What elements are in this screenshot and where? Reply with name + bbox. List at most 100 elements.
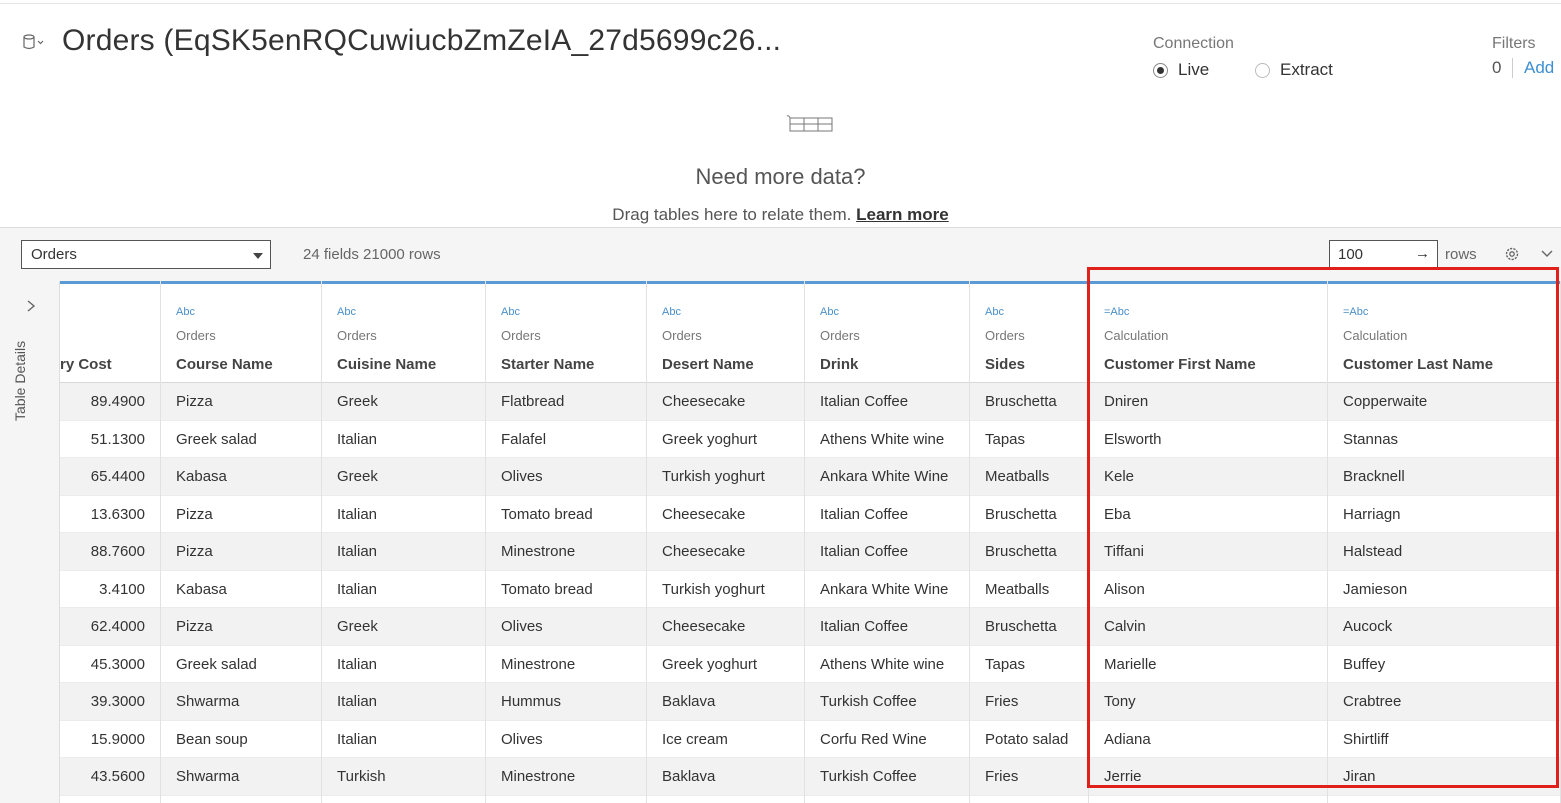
column-header[interactable]: Abc Orders Drink [805, 281, 969, 383]
table-cell[interactable]: 39.3000 [60, 683, 160, 721]
column-header[interactable]: ry Cost [60, 281, 160, 383]
table-cell[interactable]: Turkish [322, 758, 485, 796]
data-type-icon[interactable]: =Abc [1104, 306, 1129, 318]
column-name[interactable]: Drink [820, 356, 858, 373]
table-cell[interactable]: Buffey [1328, 646, 1560, 683]
table-cell[interactable]: Italian [322, 646, 485, 683]
table-cell[interactable]: Copperwaite [1328, 383, 1560, 421]
column-name[interactable]: Customer First Name [1104, 356, 1256, 373]
table-cell[interactable]: Baklava [647, 758, 804, 796]
table-cell[interactable]: Italian [322, 721, 485, 758]
data-type-icon[interactable]: Abc [337, 306, 356, 318]
table-cell[interactable]: Italian [322, 421, 485, 458]
table-cell[interactable]: Tony [1089, 683, 1327, 721]
table-cell[interactable]: Kele [1089, 458, 1327, 496]
table-details-label[interactable]: Table Details [12, 331, 28, 421]
table-cell[interactable]: Kabasa [161, 571, 321, 608]
datasource-title[interactable]: Orders (EqSK5enRQCuwiucbZmZeIA_27d5699c2… [62, 24, 781, 58]
table-cell[interactable]: Stannas [1328, 421, 1560, 458]
column-header[interactable]: Abc Orders Sides [970, 281, 1088, 383]
table-cell[interactable]: Pizza [161, 383, 321, 421]
table-cell[interactable]: Tiffani [1089, 533, 1327, 571]
chevron-right-icon[interactable] [25, 299, 37, 313]
table-cell[interactable]: Tapas [970, 646, 1088, 683]
table-cell[interactable]: Greek [322, 383, 485, 421]
table-cell[interactable]: Greek salad [161, 646, 321, 683]
table-cell[interactable]: Italian [322, 496, 485, 533]
table-cell[interactable]: Fries [970, 683, 1088, 721]
table-cell[interactable]: Italian [322, 683, 485, 721]
table-cell[interactable]: Athens White wine [805, 421, 969, 458]
table-cell[interactable]: Turkish yoghurt [647, 571, 804, 608]
table-cell[interactable]: Shwarma [161, 683, 321, 721]
column-name[interactable]: Desert Name [662, 356, 754, 373]
column-header[interactable]: Abc Orders Cuisine Name [322, 281, 485, 383]
learn-more-link[interactable]: Learn more [856, 205, 949, 224]
table-cell[interactable]: Harriagn [1328, 496, 1560, 533]
table-cell[interactable]: Olives [486, 608, 646, 646]
column-header[interactable]: Abc Orders Course Name [161, 281, 321, 383]
column-header[interactable]: Abc Orders Desert Name [647, 281, 804, 383]
table-cell[interactable]: Italian Coffee [805, 533, 969, 571]
table-cell[interactable]: Turkish Coffee [805, 683, 969, 721]
table-cell[interactable]: Flatbread [486, 383, 646, 421]
table-cell[interactable]: Kabasa [161, 458, 321, 496]
table-cell[interactable]: Meatballs [970, 458, 1088, 496]
datasource-icon[interactable] [22, 34, 44, 50]
data-type-icon[interactable]: Abc [501, 306, 520, 318]
rows-count-input[interactable]: 100 → [1329, 240, 1438, 269]
table-cell[interactable]: Cheesecake [647, 608, 804, 646]
table-cell[interactable]: Bracknell [1328, 458, 1560, 496]
table-cell[interactable]: Corfu Red Wine [805, 721, 969, 758]
table-cell[interactable]: 45.3000 [60, 646, 160, 683]
table-cell[interactable]: Greek yoghurt [647, 646, 804, 683]
table-cell[interactable]: Baklava [647, 683, 804, 721]
column-name[interactable]: ry Cost [60, 356, 142, 373]
table-cell[interactable]: Shirtliff [1328, 721, 1560, 758]
table-cell[interactable]: Cheesecake [647, 533, 804, 571]
table-cell[interactable]: Italian [322, 571, 485, 608]
table-cell[interactable]: Greek salad [161, 421, 321, 458]
table-cell[interactable]: Tomato bread [486, 571, 646, 608]
data-type-icon[interactable]: Abc [662, 306, 681, 318]
add-filter-link[interactable]: Add [1524, 58, 1554, 78]
table-cell[interactable]: Jamieson [1328, 571, 1560, 608]
column-name[interactable]: Starter Name [501, 356, 594, 373]
table-cell[interactable]: Minestrone [486, 758, 646, 796]
table-cell[interactable]: Fries [970, 758, 1088, 796]
table-cell[interactable]: Bruschetta [970, 496, 1088, 533]
table-cell[interactable]: Elsworth [1089, 421, 1327, 458]
table-cell[interactable]: Calvin [1089, 608, 1327, 646]
table-cell[interactable]: Ankara White Wine [805, 571, 969, 608]
data-type-icon[interactable]: Abc [176, 306, 195, 318]
column-header[interactable]: Abc Orders Starter Name [486, 281, 646, 383]
table-cell[interactable]: Crabtree [1328, 683, 1560, 721]
data-type-icon[interactable]: Abc [985, 306, 1004, 318]
table-cell[interactable]: Minestrone [486, 533, 646, 571]
table-cell[interactable]: Pizza [161, 533, 321, 571]
table-cell[interactable]: 51.1300 [60, 421, 160, 458]
table-cell[interactable]: 15.9000 [60, 721, 160, 758]
table-cell[interactable]: Italian Coffee [805, 608, 969, 646]
table-cell[interactable]: Tomato bread [486, 496, 646, 533]
table-cell[interactable]: Turkish Coffee [805, 758, 969, 796]
table-cell[interactable]: Greek [322, 608, 485, 646]
chevron-down-icon[interactable] [1540, 247, 1554, 261]
gear-icon[interactable] [1503, 245, 1521, 263]
table-cell[interactable]: Cheesecake [647, 496, 804, 533]
extract-radio[interactable]: Extract [1255, 60, 1333, 80]
table-cell[interactable]: Ice cream [647, 721, 804, 758]
table-cell[interactable]: 43.5600 [60, 758, 160, 796]
table-cell[interactable]: 13.6300 [60, 496, 160, 533]
table-cell[interactable]: Turkish yoghurt [647, 458, 804, 496]
arrow-right-icon[interactable]: → [1415, 245, 1430, 262]
table-cell[interactable]: Jiran [1328, 758, 1560, 796]
table-cell[interactable]: Olives [486, 721, 646, 758]
table-cell[interactable]: Dniren [1089, 383, 1327, 421]
table-cell[interactable]: Bruschetta [970, 383, 1088, 421]
table-cell[interactable]: Bruschetta [970, 533, 1088, 571]
table-cell[interactable]: Tapas [970, 421, 1088, 458]
table-cell[interactable]: 3.4100 [60, 571, 160, 608]
table-cell[interactable]: Hummus [486, 683, 646, 721]
table-cell[interactable]: Shwarma [161, 758, 321, 796]
